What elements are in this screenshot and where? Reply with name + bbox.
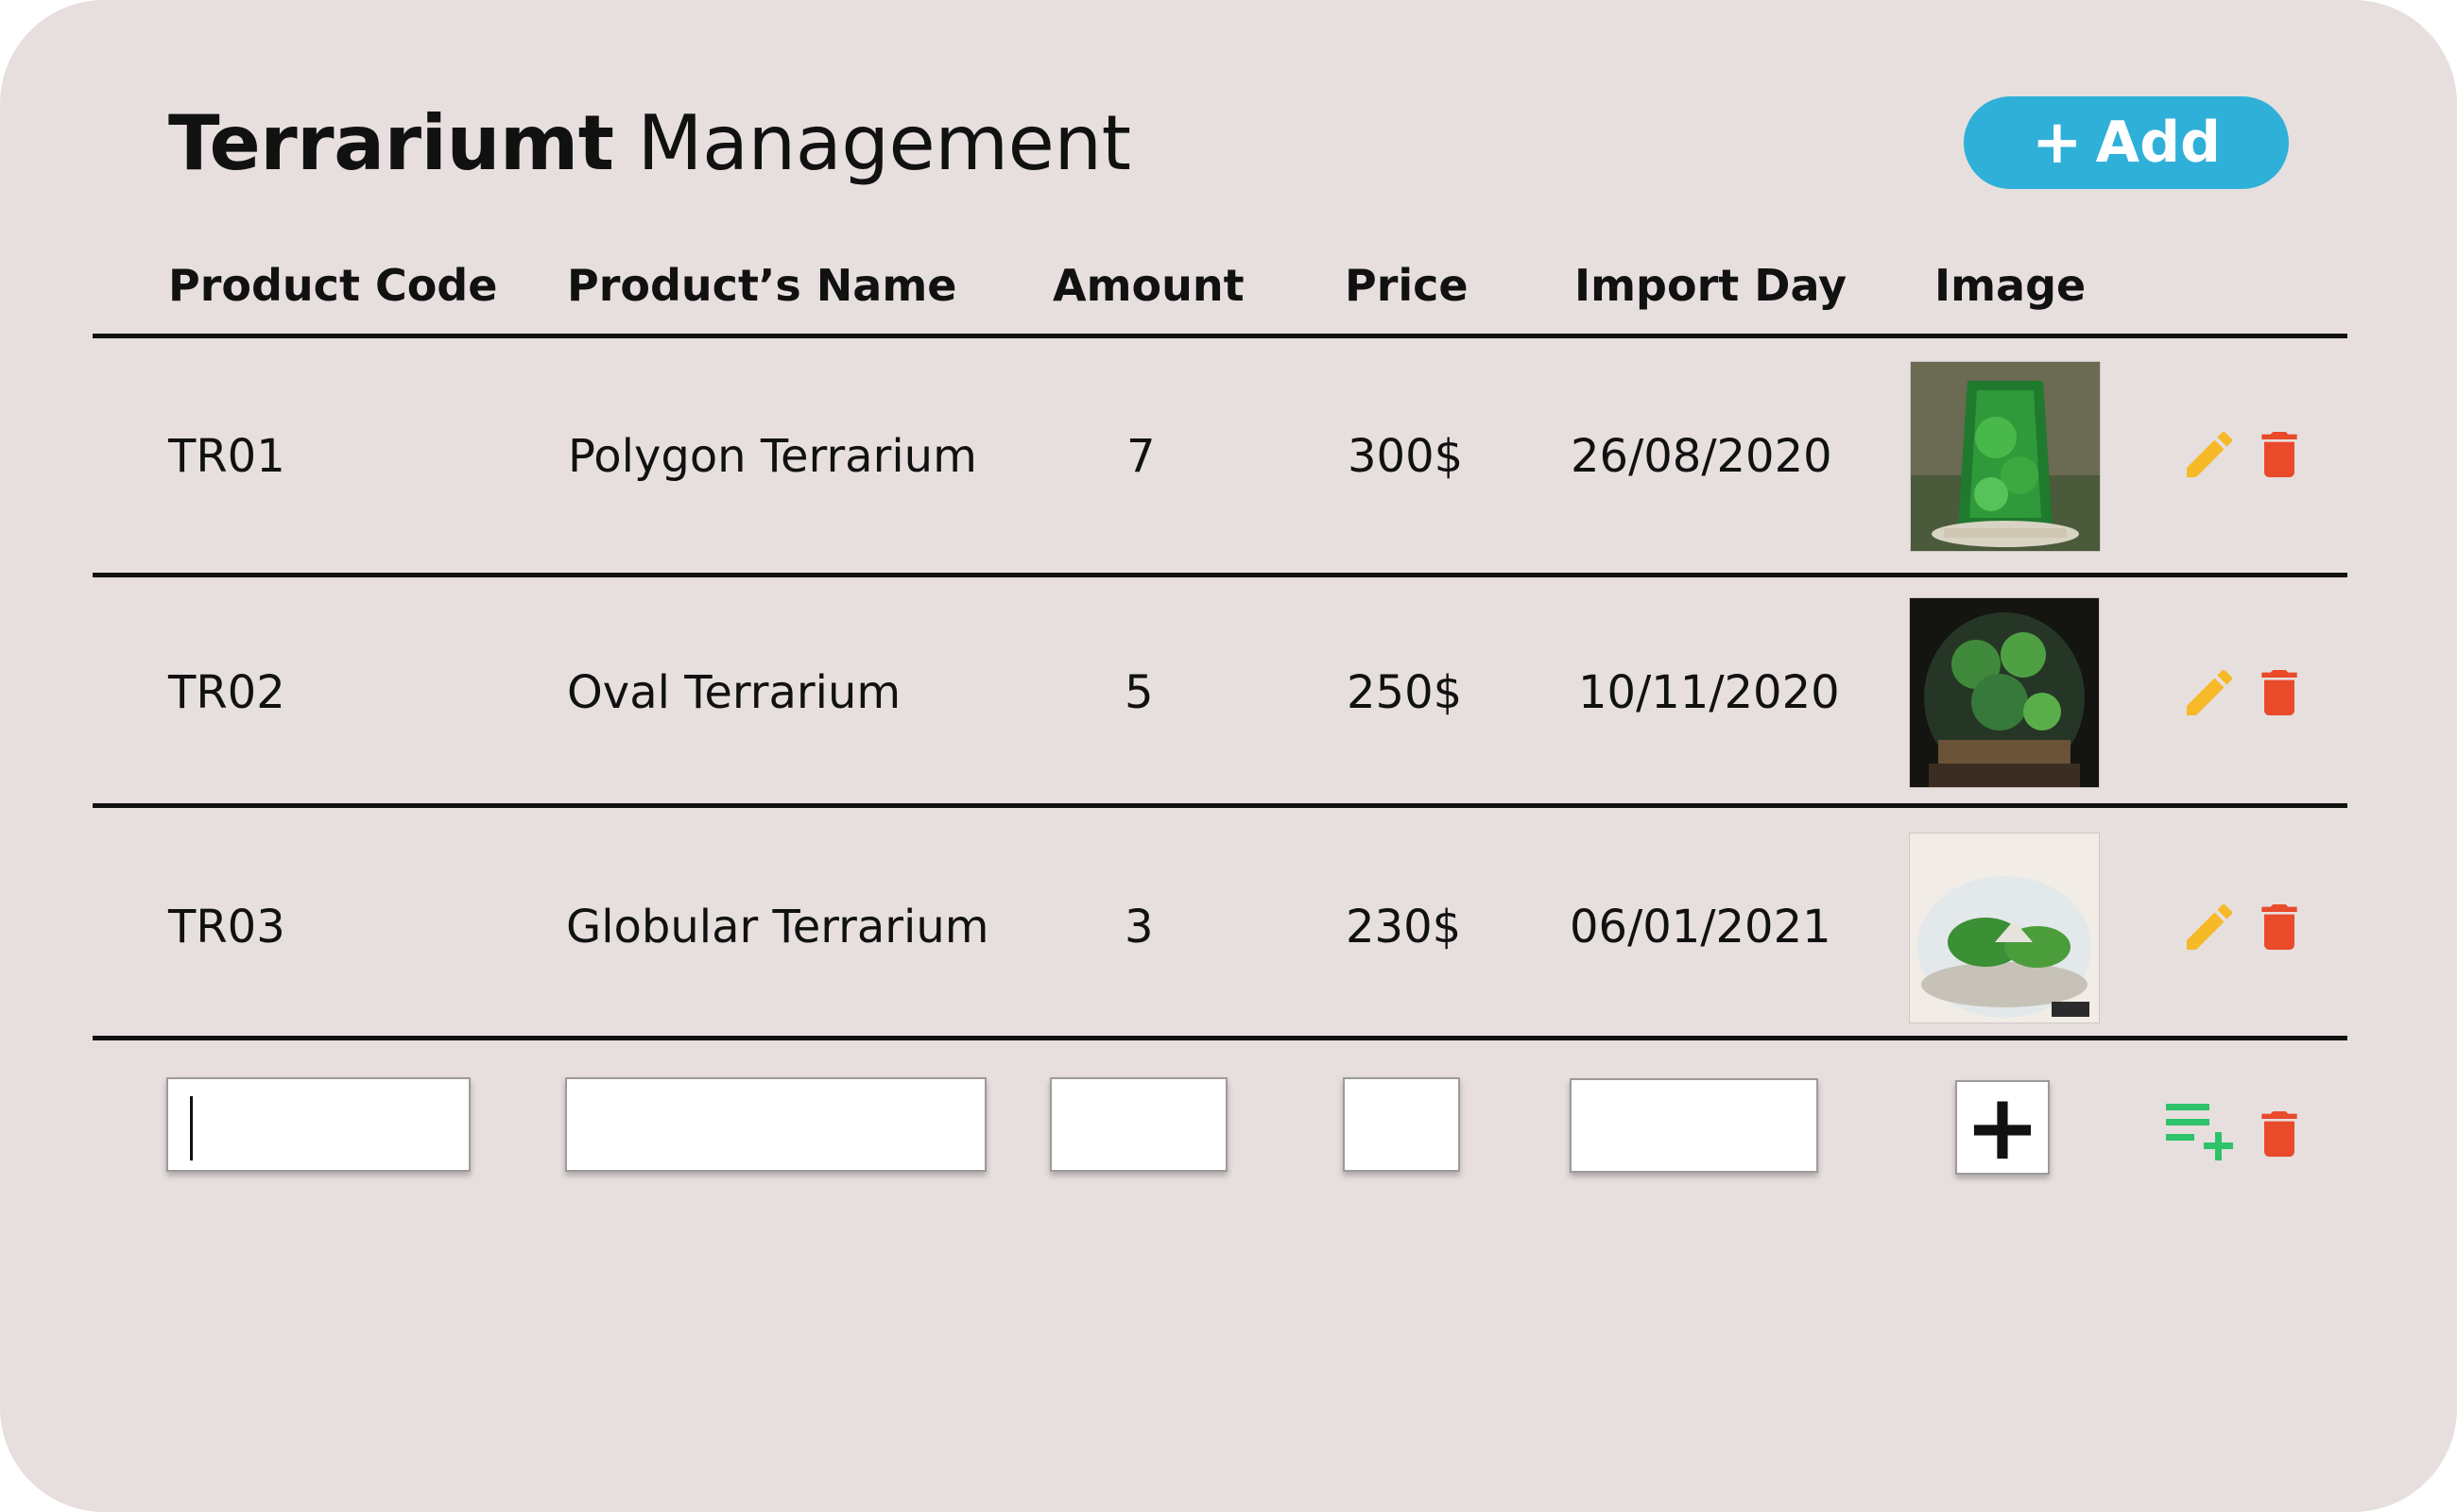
- plus-icon: +: [1964, 1074, 2041, 1180]
- product-code-input[interactable]: [166, 1077, 471, 1172]
- column-header-price: Price: [1345, 260, 1469, 311]
- cell-product-code: TR02: [168, 666, 285, 719]
- row-divider: [93, 1036, 2347, 1040]
- header-divider: [93, 334, 2347, 338]
- cell-product-code: TR01: [168, 430, 285, 483]
- cell-price: 300$: [1348, 430, 1464, 483]
- import-day-input[interactable]: [1570, 1078, 1818, 1173]
- trash-icon[interactable]: [2249, 424, 2310, 485]
- add-plus-icon: +: [2032, 108, 2083, 178]
- page-title-bold: Terrariumt: [168, 99, 614, 187]
- cell-amount: 7: [1126, 430, 1156, 483]
- cell-amount: 3: [1125, 901, 1154, 954]
- row-divider: [93, 803, 2347, 808]
- cell-product-code: TR03: [168, 901, 285, 954]
- cell-import-day: 06/01/2021: [1570, 901, 1831, 954]
- cell-import-day: 26/08/2020: [1571, 430, 1832, 483]
- column-header-import-day: Import Day: [1574, 260, 1847, 311]
- add-button[interactable]: + Add: [1964, 96, 2289, 189]
- trash-icon[interactable]: [2249, 1104, 2310, 1164]
- cell-product-name: Globular Terrarium: [566, 901, 989, 954]
- cell-price: 250$: [1347, 666, 1463, 719]
- cell-product-name: Polygon Terrarium: [568, 430, 977, 483]
- row-divider: [93, 573, 2347, 577]
- page-title-light: Management: [637, 99, 1131, 187]
- column-header-product-code: Product Code: [168, 260, 498, 311]
- pencil-icon[interactable]: [2179, 662, 2240, 723]
- product-image: [1909, 833, 2100, 1023]
- text-caret: [190, 1096, 193, 1160]
- trash-icon[interactable]: [2249, 897, 2310, 957]
- add-button-label: Add: [2095, 110, 2221, 176]
- cell-amount: 5: [1125, 666, 1154, 719]
- cell-product-name: Oval Terrarium: [567, 666, 902, 719]
- product-image: [1910, 361, 2101, 552]
- column-header-product-name: Product’s Name: [567, 260, 957, 311]
- app-card: Terrariumt Management + Add Product Code…: [0, 0, 2457, 1512]
- amount-input[interactable]: [1050, 1077, 1228, 1172]
- upload-image-button[interactable]: +: [1955, 1080, 2050, 1175]
- price-input[interactable]: [1343, 1077, 1460, 1172]
- column-header-amount: Amount: [1053, 260, 1245, 311]
- playlist-add-icon[interactable]: [2164, 1098, 2242, 1160]
- pencil-icon[interactable]: [2179, 897, 2240, 957]
- cell-import-day: 10/11/2020: [1578, 666, 1840, 719]
- product-image: [1909, 597, 2100, 788]
- trash-icon[interactable]: [2249, 662, 2310, 723]
- pencil-icon[interactable]: [2179, 424, 2240, 485]
- cell-price: 230$: [1346, 901, 1462, 954]
- page-title: Terrariumt Management: [168, 93, 1131, 195]
- product-name-input[interactable]: [565, 1077, 987, 1172]
- column-header-image: Image: [1934, 260, 2087, 311]
